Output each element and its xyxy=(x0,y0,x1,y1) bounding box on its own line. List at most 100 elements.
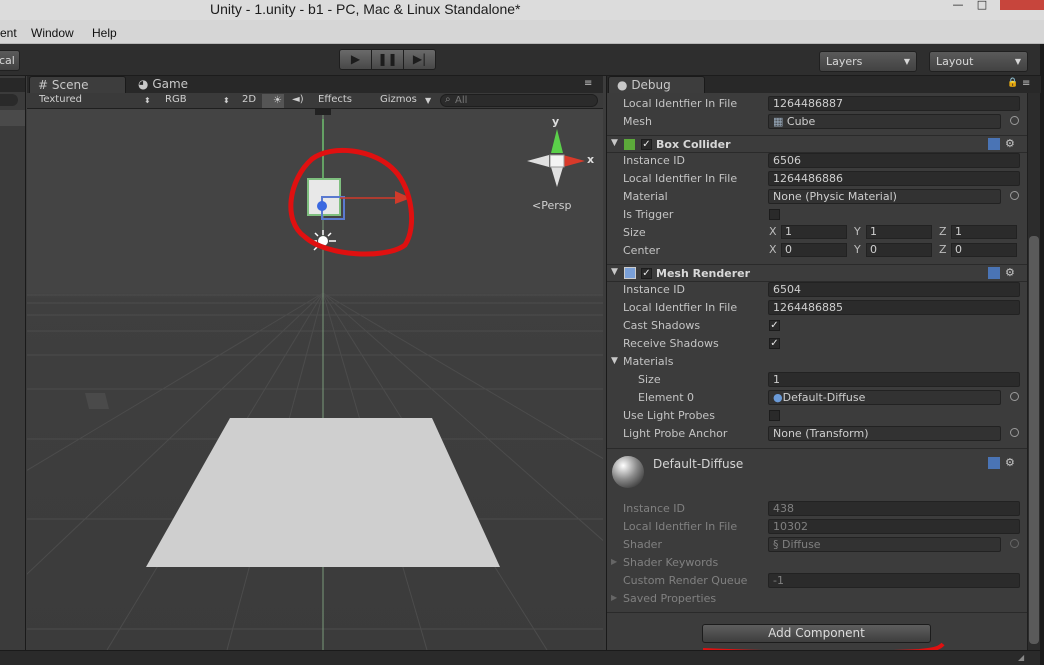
component-name: Mesh Renderer xyxy=(656,267,751,280)
field-label: Instance ID xyxy=(623,502,685,515)
foldout-arrow-icon[interactable]: ▶ xyxy=(611,557,617,566)
tab-inspector-debug[interactable]: ● Debug xyxy=(608,76,705,93)
object-picker-icon[interactable] xyxy=(1010,392,1019,401)
mesh-object-field[interactable]: ▦ Cube xyxy=(768,114,1001,129)
field-label: Light Probe Anchor xyxy=(623,427,728,440)
step-button[interactable]: ▶| xyxy=(403,49,436,70)
instance-id-field: 438 xyxy=(768,501,1020,516)
close-button[interactable] xyxy=(1000,0,1044,10)
element0-value: Default-Diffuse xyxy=(782,391,866,404)
tab-scene-label: Scene xyxy=(51,78,89,92)
maximize-button[interactable]: □ xyxy=(972,0,992,12)
local-id-field[interactable]: 1264486886 xyxy=(768,171,1020,186)
field-label: Local Identfier In File xyxy=(623,301,738,314)
box-collider-enabled-checkbox[interactable]: ✓ xyxy=(641,139,652,150)
play-button[interactable]: ▶ xyxy=(339,49,372,70)
scrollbar-thumb[interactable] xyxy=(1029,236,1039,644)
object-picker-icon[interactable] xyxy=(1010,116,1019,125)
mr-materials-row[interactable]: ▼ Materials xyxy=(607,353,1027,371)
scene-canvas xyxy=(27,109,603,650)
foldout-arrow-icon[interactable]: ▼ xyxy=(611,138,618,148)
instance-id-field[interactable]: 6506 xyxy=(768,153,1020,168)
center-y-field[interactable]: Y0 xyxy=(854,243,932,258)
scene-search-input[interactable]: All xyxy=(440,94,598,107)
size-z-field[interactable]: Z1 xyxy=(939,225,1017,240)
hierarchy-selected-row[interactable] xyxy=(0,110,25,126)
local-id-field[interactable]: 1264486885 xyxy=(768,300,1020,315)
mr-cast-shadows-row: Cast Shadows ✓ xyxy=(607,317,1027,335)
mode-2d-toggle[interactable]: 2D xyxy=(242,94,256,105)
layout-label: Layout xyxy=(936,55,974,68)
mr-local-id-row: Local Identfier In File 1264486885 xyxy=(607,299,1027,317)
perspective-toggle[interactable]: <Persp xyxy=(532,199,571,212)
chevron-down-icon: ▼ xyxy=(903,57,910,66)
center-z-field[interactable]: Z0 xyxy=(939,243,1017,258)
menu-item-window[interactable]: Window xyxy=(31,26,74,40)
field-label: Element 0 xyxy=(638,391,695,404)
effects-dropdown[interactable]: Effects xyxy=(318,94,352,105)
material-preview-sphere-icon xyxy=(612,456,644,488)
orientation-gizmo xyxy=(527,129,585,187)
cast-shadows-checkbox[interactable]: ✓ xyxy=(769,320,780,331)
element0-object-field[interactable]: ●Default-Diffuse xyxy=(768,390,1001,405)
size-y-field[interactable]: Y1 xyxy=(854,225,932,240)
inspector-scrollbar[interactable] xyxy=(1027,93,1040,650)
local-id-field[interactable]: 1264486887 xyxy=(768,96,1020,111)
gear-icon[interactable]: ⚙ xyxy=(1005,266,1015,279)
menu-item-component[interactable]: ent xyxy=(0,26,17,40)
layout-dropdown[interactable]: Layout ▼ xyxy=(929,51,1028,72)
inspector-panel: ● Debug 🔒 ≡ Local Identfier In File 1264… xyxy=(606,76,1041,655)
gear-icon[interactable]: ⚙ xyxy=(1005,456,1015,469)
object-picker-icon[interactable] xyxy=(1010,191,1019,200)
layers-dropdown[interactable]: Layers ▼ xyxy=(819,51,917,72)
scene-viewport[interactable]: y x <Persp xyxy=(27,109,603,650)
tab-scene[interactable]: # Scene xyxy=(29,76,126,93)
minimize-button[interactable]: — xyxy=(948,0,968,12)
mat-shader-row: Shader § Diffuse xyxy=(607,536,1027,554)
foldout-arrow-icon[interactable]: ▼ xyxy=(611,356,618,366)
materials-size-field[interactable]: 1 xyxy=(768,372,1020,387)
pause-button[interactable]: ❚❚ xyxy=(371,49,404,70)
foldout-arrow-icon[interactable]: ▶ xyxy=(611,593,617,602)
center-x-field[interactable]: X0 xyxy=(769,243,847,258)
lighting-toggle[interactable]: ☀ xyxy=(262,94,284,108)
render-mode-dropdown[interactable]: RGB xyxy=(165,94,187,105)
tab-game[interactable]: ◕ Game xyxy=(130,76,210,93)
pivot-local-toggle[interactable]: cal xyxy=(0,50,20,71)
size-x-field[interactable]: X1 xyxy=(769,225,847,240)
instance-id-field[interactable]: 6504 xyxy=(768,282,1020,297)
audio-icon[interactable]: ◄) xyxy=(292,94,304,105)
hierarchy-panel-edge xyxy=(0,76,26,650)
window-titlebar: Unity - 1.unity - b1 - PC, Mac & Linux S… xyxy=(0,0,1044,20)
help-book-icon[interactable] xyxy=(988,457,1000,469)
mesh-value: Cube xyxy=(786,115,816,128)
object-picker-icon[interactable] xyxy=(1010,428,1019,437)
help-book-icon[interactable] xyxy=(988,138,1000,150)
lock-icon[interactable]: 🔒 xyxy=(1007,78,1018,88)
field-label: Custom Render Queue xyxy=(623,574,748,587)
mesh-renderer-header[interactable]: ▼ ✓ Mesh Renderer ⚙ xyxy=(607,264,1027,282)
bc-size-row: Size X1 Y1 Z1 xyxy=(607,224,1027,242)
gear-icon[interactable]: ⚙ xyxy=(1005,137,1015,150)
camera-gizmo xyxy=(315,109,331,115)
physic-material-field[interactable]: None (Physic Material) xyxy=(768,189,1001,204)
material-header[interactable]: Default-Diffuse ⚙ xyxy=(607,448,1027,496)
hierarchy-search-edge[interactable] xyxy=(0,94,18,106)
panel-menu-icon[interactable]: ≡ xyxy=(1022,78,1030,89)
mesh-renderer-enabled-checkbox[interactable]: ✓ xyxy=(641,268,652,279)
shading-mode-dropdown[interactable]: Textured xyxy=(39,94,82,105)
foldout-arrow-icon[interactable]: ▼ xyxy=(611,267,618,277)
panel-menu-icon[interactable]: ≡ xyxy=(584,78,592,89)
receive-shadows-checkbox[interactable]: ✓ xyxy=(769,338,780,349)
help-book-icon[interactable] xyxy=(988,267,1000,279)
box-collider-header[interactable]: ▼ ✓ Box Collider ⚙ xyxy=(607,135,1027,153)
bc-trigger-row: Is Trigger xyxy=(607,206,1027,224)
sun-icon: ☀ xyxy=(273,95,282,106)
use-light-probes-checkbox[interactable] xyxy=(769,410,780,421)
is-trigger-checkbox[interactable] xyxy=(769,209,780,220)
menu-item-help[interactable]: Help xyxy=(92,26,117,40)
mesh-icon: ▦ xyxy=(773,115,784,128)
probe-anchor-field[interactable]: None (Transform) xyxy=(768,426,1001,441)
gizmos-dropdown[interactable]: Gizmos xyxy=(380,94,417,105)
resize-grip-icon: ◢ xyxy=(1018,653,1025,662)
